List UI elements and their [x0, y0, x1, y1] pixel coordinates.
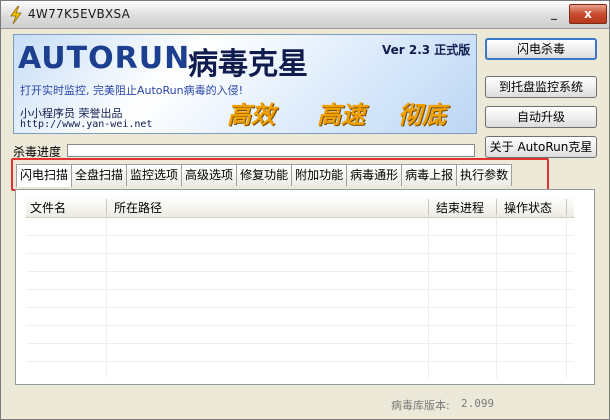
product-banner: AUTORUN 病毒克星 Ver 2.3 正式版 打开实时监控, 完美阻止Aut… — [13, 34, 477, 134]
scan-progress-bar — [67, 144, 475, 157]
auto-upgrade-button[interactable]: 自动升级 — [485, 106, 597, 128]
tab-monitor-options[interactable]: 监控选项 — [126, 164, 183, 186]
tab-full-scan[interactable]: 全盘扫描 — [71, 164, 128, 186]
results-table-header: 文件名 所在路径 结束进程 操作状态 — [26, 196, 574, 218]
table-row — [26, 344, 574, 362]
table-row — [26, 236, 574, 254]
window-title: 4W77K5EVBXSA — [28, 7, 131, 21]
tab-flash-scan[interactable]: 闪电扫描 — [16, 164, 73, 187]
column-path[interactable]: 所在路径 — [114, 199, 162, 216]
column-filename[interactable]: 文件名 — [30, 199, 66, 216]
table-row — [26, 326, 574, 344]
status-bar: 病毒库版本: 2.099 — [1, 391, 609, 419]
tray-monitor-button[interactable]: 到托盘监控系统 — [485, 76, 597, 98]
flash-kill-button[interactable]: 闪电杀毒 — [485, 38, 597, 60]
column-status[interactable]: 操作状态 — [504, 199, 552, 216]
autorun-logo: AUTORUN — [18, 41, 191, 76]
about-button[interactable]: 关于 AutoRun克星 — [485, 136, 597, 158]
tagline-thorough: 彻底 — [398, 100, 446, 129]
tab-advanced-options[interactable]: 高级选项 — [181, 164, 238, 186]
column-divider[interactable] — [106, 199, 107, 215]
tab-exec-params[interactable]: 执行参数 — [456, 164, 513, 186]
version-label: Ver 2.3 正式版 — [382, 43, 471, 57]
table-row — [26, 254, 574, 272]
title-bar[interactable]: 4W77K5EVBXSA _ x — [1, 1, 609, 29]
tagline-efficient: 高效 — [227, 100, 275, 129]
table-row — [26, 218, 574, 236]
scan-results-panel: 文件名 所在路径 结束进程 操作状态 — [15, 189, 595, 385]
table-row — [26, 290, 574, 308]
tagline-fast: 高速 — [317, 100, 365, 129]
virus-db-label: 病毒库版本: — [391, 399, 450, 412]
tab-bar: 闪电扫描 全盘扫描 监控选项 高级选项 修复功能 附加功能 病毒通形 病毒上报 … — [16, 164, 513, 187]
column-divider[interactable] — [428, 199, 429, 215]
grid-line — [106, 218, 107, 378]
column-divider[interactable] — [566, 199, 567, 215]
column-divider[interactable] — [496, 199, 497, 215]
table-row — [26, 272, 574, 290]
grid-line — [428, 218, 429, 378]
product-name: 病毒克星 — [188, 47, 308, 82]
grid-line — [496, 218, 497, 378]
tab-virus-info[interactable]: 病毒通形 — [346, 164, 403, 186]
banner-slogan: 打开实时监控, 完美阻止AutoRun病毒的入侵! — [20, 84, 244, 97]
tab-virus-report[interactable]: 病毒上报 — [401, 164, 458, 186]
grid-line — [566, 218, 567, 378]
column-end-process[interactable]: 结束进程 — [436, 199, 484, 216]
virus-db-version: 2.099 — [461, 397, 495, 410]
close-button[interactable]: x — [569, 4, 607, 24]
table-row — [26, 308, 574, 326]
app-window: 4W77K5EVBXSA _ x AUTORUN 病毒克星 Ver 2.3 正式… — [0, 0, 610, 420]
results-table-body[interactable] — [26, 218, 574, 378]
tab-repair[interactable]: 修复功能 — [236, 164, 293, 186]
tab-extra-functions[interactable]: 附加功能 — [291, 164, 348, 186]
author-url: http://www.yan-wei.net — [20, 119, 153, 130]
lightning-icon — [10, 6, 22, 24]
minimize-button[interactable]: _ — [543, 4, 565, 24]
